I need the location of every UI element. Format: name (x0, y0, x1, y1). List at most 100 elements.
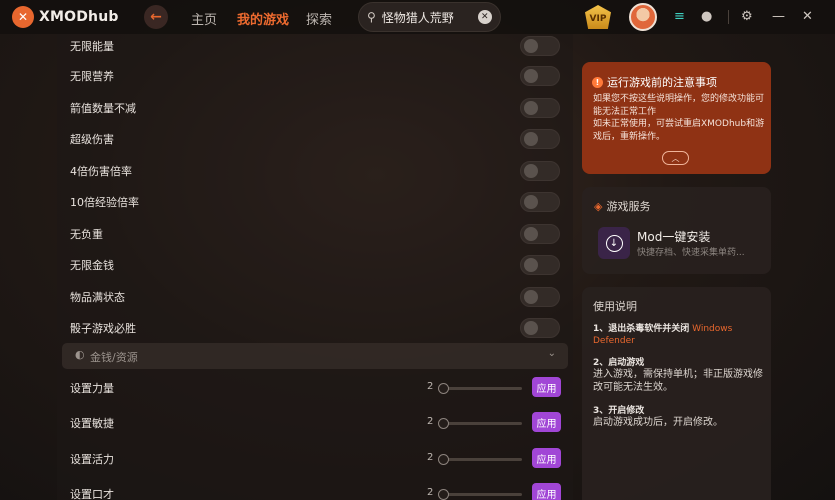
notice-line-2: 如未正常使用，可尝试重启XMODhub和游戏后，重新操作。 (593, 119, 765, 142)
slider-thumb[interactable] (438, 383, 449, 394)
coins-icon[interactable]: ≡ (674, 9, 685, 24)
search-icon: ⚲ (367, 10, 376, 24)
minimize-icon[interactable]: — (772, 9, 785, 24)
toggle-knob (524, 69, 538, 83)
toggle-knob (524, 101, 538, 115)
apply-button[interactable]: 应用 (532, 377, 561, 397)
vip-badge-icon[interactable]: VIP (585, 5, 611, 29)
slider-row: 设置口才 2 应用 (57, 478, 573, 500)
toggle-switch[interactable] (520, 129, 560, 149)
nav-my-games[interactable]: 我的游戏 (237, 9, 289, 28)
divider (728, 10, 729, 24)
toggle-row: 超级伤害 (57, 123, 573, 155)
section-label: 金钱/资源 (90, 351, 138, 364)
toggle-switch[interactable] (520, 255, 560, 275)
toggle-knob (524, 164, 538, 178)
usage-step-1: 1、退出杀毒软件并关闭 Windows Defender (593, 323, 765, 347)
service-title-text: 游戏服务 (606, 200, 651, 213)
toggle-switch[interactable] (520, 36, 560, 56)
mod-options-panel: 无限能量 无限营养 箭值数量不减 超级伤害 4倍伤害倍率 10倍经验倍率 无负重 无限金钱 物品… (57, 34, 573, 500)
apply-button[interactable]: 应用 (532, 448, 561, 468)
section-header-money[interactable]: ◐ 金钱/资源 ⌄ (62, 343, 568, 369)
toggle-label: 物品满状态 (70, 291, 125, 304)
toggle-label: 10倍经验倍率 (70, 196, 139, 209)
clear-search-icon[interactable]: ✕ (477, 10, 492, 24)
notification-icon[interactable]: ● (701, 9, 712, 24)
toggle-row: 4倍伤害倍率 (57, 155, 573, 187)
slider-row: 设置活力 2 应用 (57, 443, 573, 475)
search-input[interactable] (381, 10, 474, 24)
toggle-knob (524, 227, 538, 241)
step3-text: 启动游戏成功后，开启修改。 (593, 417, 723, 428)
toggle-switch[interactable] (520, 287, 560, 307)
toggle-switch[interactable] (520, 192, 560, 212)
service-desc: 快捷存档、快速采集单药... (637, 248, 745, 258)
toggle-row: 无限金钱 (57, 249, 573, 281)
avatar[interactable] (629, 3, 657, 31)
settings-icon[interactable]: ⚙ (741, 9, 753, 24)
toggle-knob (524, 258, 538, 272)
step2-head: 2、启动游戏 (593, 358, 645, 368)
toggle-row: 无限能量 (57, 34, 573, 62)
game-service-card: ◈ 游戏服务 ↓ Mod一键安装 快捷存档、快速采集单药... (582, 187, 771, 274)
slider-value: 2 (427, 381, 434, 392)
top-bar: ✕ XMODhub ← 主页 我的游戏 探索 ⚲ ✕ VIP ≡ ● ⚙ — ✕ (0, 0, 835, 34)
notice-line-1: 如果您不按这些说明操作，您的修改功能可能无法正常工作 (593, 94, 765, 117)
step3-head: 3、开启修改 (593, 406, 645, 416)
toggle-label: 箭值数量不减 (70, 102, 136, 115)
slider-row: 设置敏捷 2 应用 (57, 407, 573, 439)
logo[interactable]: ✕ XMODhub (12, 6, 119, 28)
value-slider[interactable] (438, 383, 522, 394)
notice-title-text: 运行游戏前的注意事项 (607, 76, 717, 89)
notice-card: ! 运行游戏前的注意事项 如果您不按这些说明操作，您的修改功能可能无法正常工作 … (582, 62, 771, 174)
close-icon[interactable]: ✕ (802, 9, 813, 24)
chevron-down-icon[interactable]: ⌄ (548, 348, 556, 359)
toggle-switch[interactable] (520, 161, 560, 181)
service-name[interactable]: Mod一键安装 (637, 228, 710, 245)
toggle-knob (524, 132, 538, 146)
logo-text: XMODhub (39, 9, 119, 25)
value-slider[interactable] (438, 418, 522, 429)
xmod-logo-icon: ✕ (12, 6, 34, 28)
toggle-row: 无限营养 (57, 60, 573, 92)
search-box[interactable]: ⚲ ✕ (358, 2, 501, 32)
mouse-icon: ◐ (75, 348, 85, 361)
back-button[interactable]: ← (144, 5, 168, 29)
toggle-row: 箭值数量不减 (57, 92, 573, 124)
one-click-install-button[interactable]: ↓ (598, 227, 630, 259)
notice-body: 如果您不按这些说明操作，您的修改功能可能无法正常工作 如未正常使用，可尝试重启X… (593, 93, 765, 143)
nav-home[interactable]: 主页 (191, 9, 217, 28)
toggle-row: 物品满状态 (57, 281, 573, 313)
toggle-switch[interactable] (520, 318, 560, 338)
toggle-knob (524, 321, 538, 335)
value-slider[interactable] (438, 489, 522, 500)
toggle-label: 无限营养 (70, 70, 114, 83)
toggle-switch[interactable] (520, 66, 560, 86)
toggle-switch[interactable] (520, 224, 560, 244)
apply-button[interactable]: 应用 (532, 483, 561, 500)
slider-value: 2 (427, 452, 434, 463)
slider-thumb[interactable] (438, 418, 449, 429)
toggle-row: 10倍经验倍率 (57, 186, 573, 218)
nav-explore[interactable]: 探索 (306, 9, 332, 28)
toggle-label: 超级伤害 (70, 133, 114, 146)
toggle-label: 无限金钱 (70, 259, 114, 272)
toggle-label: 4倍伤害倍率 (70, 165, 132, 178)
slider-thumb[interactable] (438, 489, 449, 500)
slider-label: 设置活力 (70, 453, 114, 466)
slider-thumb[interactable] (438, 454, 449, 465)
cube-icon: ◈ (594, 199, 603, 213)
chevron-up-icon: ︿ (671, 153, 680, 163)
usage-step-2: 2、启动游戏 进入游戏，需保持单机；非正版游戏修改可能无法生效。 (593, 357, 765, 394)
toggle-row: 骰子游戏必胜 (57, 312, 573, 344)
toggle-switch[interactable] (520, 98, 560, 118)
apply-button[interactable]: 应用 (532, 412, 561, 432)
slider-row: 设置力量 2 应用 (57, 372, 573, 404)
warning-icon: ! (592, 76, 603, 88)
usage-title: 使用说明 (593, 300, 637, 313)
slider-label: 设置力量 (70, 382, 114, 395)
toggle-label: 无限能量 (70, 40, 114, 53)
collapse-notice-button[interactable]: ︿ (662, 151, 689, 165)
service-title: ◈ 游戏服务 (594, 198, 650, 214)
value-slider[interactable] (438, 454, 522, 465)
